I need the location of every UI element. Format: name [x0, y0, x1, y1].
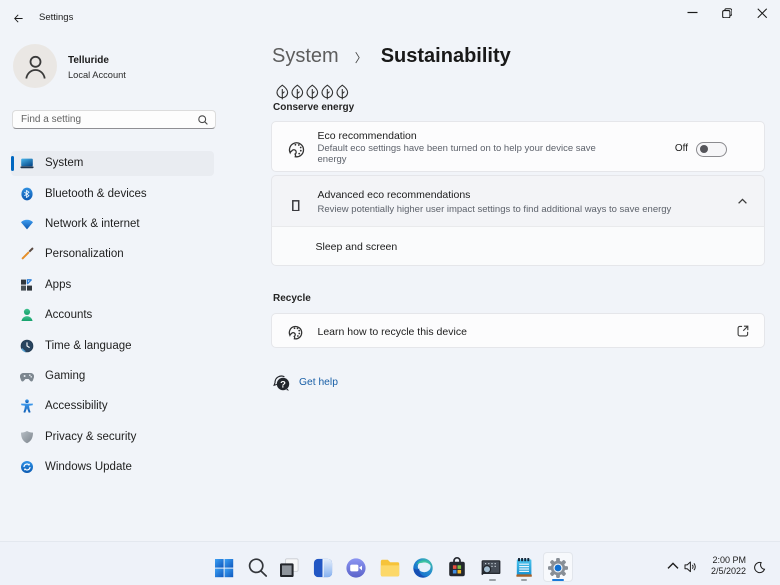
svg-text:?: ? [280, 379, 286, 390]
